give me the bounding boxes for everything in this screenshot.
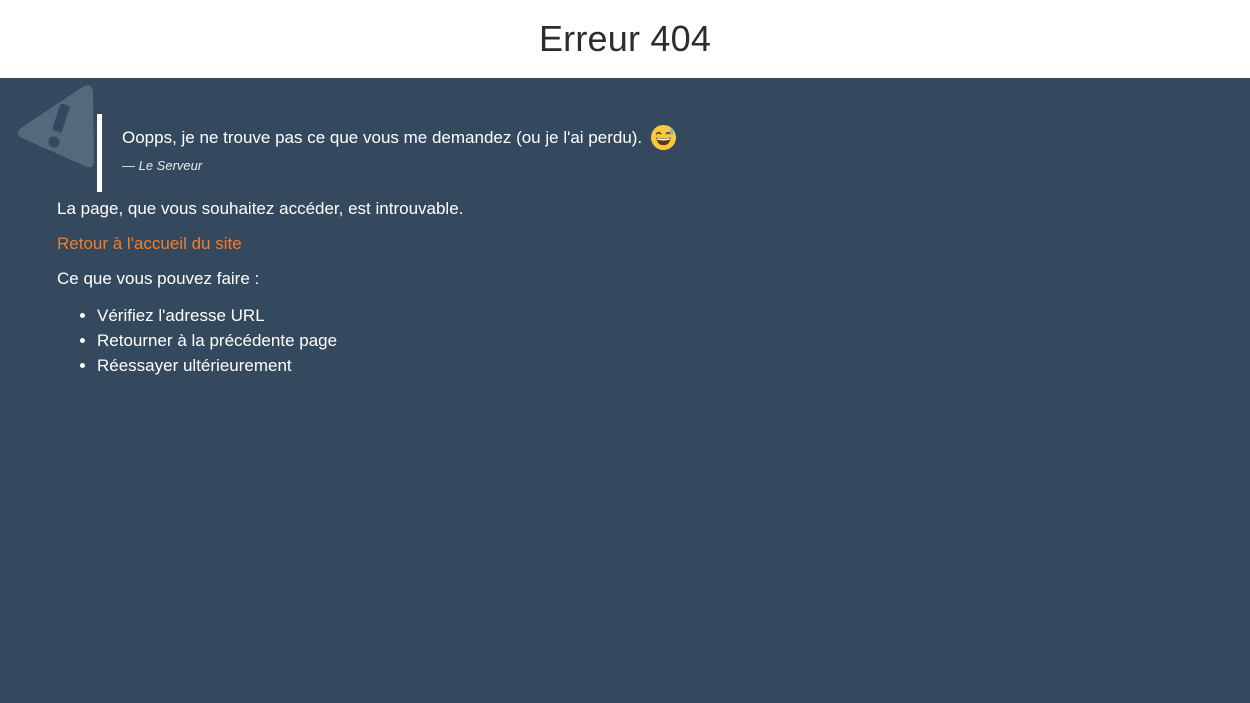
tips-heading: Ce que vous pouvez faire : [57,269,260,288]
quote-author: — Le Serveur [122,158,203,173]
list-item: Vérifiez l'adresse URL [97,303,463,328]
list-item: Retourner à la précédente page [97,328,463,353]
page-title: Erreur 404 [538,18,712,59]
page-header: Erreur 404 [0,0,1250,78]
quote-text-line: Oopps, je ne trouve pas ce que vous me d… [122,124,677,151]
quote-text: Oopps, je ne trouve pas ce que vous me d… [122,127,643,147]
tips-list: Vérifiez l'adresse URL Retourner à la pr… [57,303,463,378]
not-found-message: La page, que vous souhaitez accéder, est… [57,199,464,218]
warning-triangle-icon [17,85,94,168]
error-content: Oopps, je ne trouve pas ce que vous me d… [0,78,1250,703]
error-details: La page, que vous souhaitez accéder, est… [57,198,463,378]
grinning-face-with-sweat-icon [651,124,677,151]
list-item: Réessayer ultérieurement [97,353,463,378]
server-quote: Oopps, je ne trouve pas ce que vous me d… [97,114,677,192]
home-link[interactable]: Retour à l'accueil du site [57,233,242,255]
